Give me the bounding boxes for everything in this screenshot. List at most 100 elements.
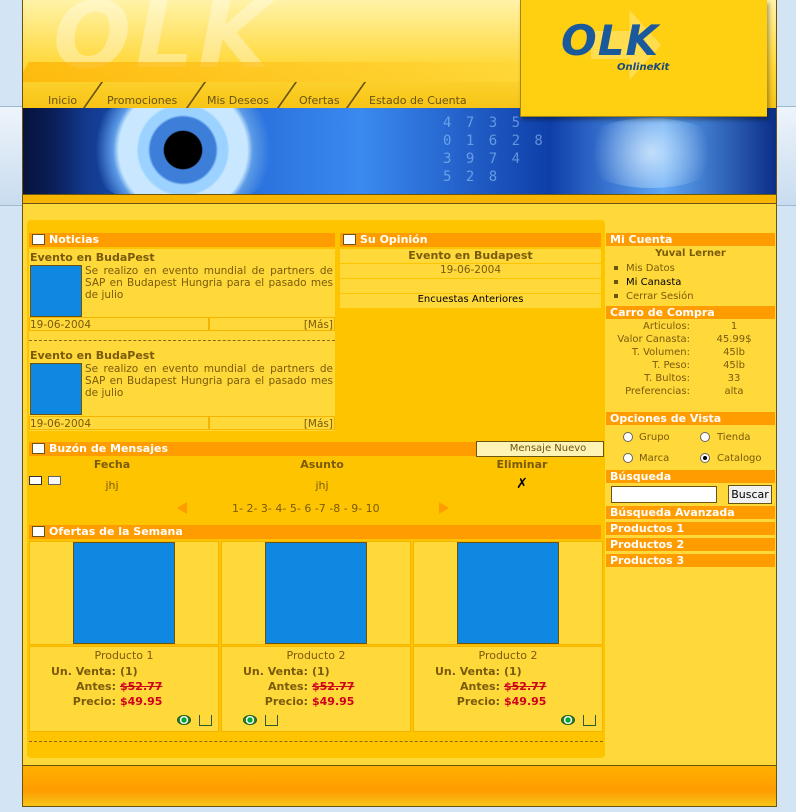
nav-mis-deseos[interactable]: Mis Deseos xyxy=(207,94,269,107)
view-eye-icon[interactable] xyxy=(561,715,575,725)
product-card-top xyxy=(413,541,603,645)
news-title[interactable]: Evento en BudaPest xyxy=(30,349,155,362)
unit-value: (1) xyxy=(120,665,138,678)
news-image[interactable] xyxy=(30,265,82,317)
before-label: Antes: xyxy=(459,680,500,693)
before-price: $52.77 xyxy=(312,680,355,693)
footer-bar xyxy=(23,765,776,806)
search-input[interactable] xyxy=(611,486,717,503)
price-label: Precio: xyxy=(264,695,308,708)
products-3-link[interactable]: Productos 3 xyxy=(606,554,775,567)
user-name: Yuval Lerner xyxy=(608,247,773,260)
nav-ofertas[interactable]: Ofertas xyxy=(299,94,340,107)
radio-tienda[interactable] xyxy=(700,432,710,442)
product-name[interactable]: Producto 2 xyxy=(222,649,410,662)
news-pane: Evento en BudaPest Se realizo en evento … xyxy=(29,249,335,431)
link-label: Mi Canasta xyxy=(626,277,682,288)
product-name[interactable]: Producto 1 xyxy=(30,649,218,662)
search-header: Búsqueda xyxy=(606,470,775,483)
prev-page-arrow[interactable] xyxy=(177,502,187,514)
radio-label: Tienda xyxy=(717,432,751,443)
news-header: Noticias xyxy=(29,233,335,247)
before-label: Antes: xyxy=(267,680,308,693)
news-date: 19-06-2004 xyxy=(30,418,92,430)
products-2-link[interactable]: Productos 2 xyxy=(606,538,775,551)
cart-label: Preferencias: xyxy=(625,386,690,397)
radio-label: Marca xyxy=(639,453,670,464)
message-subject[interactable]: jhj xyxy=(277,479,367,492)
radio-grupo[interactable] xyxy=(623,432,633,442)
advanced-search-link[interactable]: Búsqueda Avanzada xyxy=(606,506,775,519)
eye-image xyxy=(83,108,283,194)
link-cerrar-sesion[interactable]: Cerrar Sesión xyxy=(608,290,773,303)
past-surveys-link[interactable]: Encuestas Anteriores xyxy=(340,294,601,308)
view-eye-icon[interactable] xyxy=(177,715,191,725)
product-card-top xyxy=(29,541,219,645)
news-image[interactable] xyxy=(30,363,82,415)
cart-value: 1 xyxy=(730,321,738,332)
nav-inicio[interactable]: Inicio xyxy=(48,94,77,107)
product-image[interactable] xyxy=(265,542,367,644)
pagination[interactable]: 1- 2- 3- 4- 5- 6 -7 -8 - 9- 10 xyxy=(232,502,380,515)
news-text: Se realizo en evento mundial de partners… xyxy=(85,363,333,399)
news-date: 19-06-2004 xyxy=(30,319,92,331)
product-image[interactable] xyxy=(457,542,559,644)
nav-estado-de-cuenta[interactable]: Estado de Cuenta xyxy=(369,94,467,107)
new-message-button[interactable]: Mensaje Nuevo xyxy=(476,441,604,457)
top-nav: Inicio Promociones Mis Deseos Ofertas Es… xyxy=(23,78,523,108)
link-mi-canasta[interactable]: Mi Canasta xyxy=(608,276,773,289)
product-name[interactable]: Producto 2 xyxy=(414,649,602,662)
cart-icon[interactable] xyxy=(583,715,596,726)
banner-underband xyxy=(23,194,776,204)
news-more-link[interactable]: [Más] xyxy=(304,319,333,331)
cart-value: 45lb xyxy=(723,347,745,358)
radio-marca[interactable] xyxy=(623,453,633,463)
banner-cloud xyxy=(576,118,726,188)
news-divider xyxy=(29,340,335,341)
radio-catalogo[interactable] xyxy=(700,453,710,463)
link-mis-datos[interactable]: Mis Datos xyxy=(608,262,773,275)
delete-icon[interactable]: ✗ xyxy=(477,476,567,492)
mail-icon xyxy=(32,443,45,454)
opinion-title[interactable]: Evento en Budapest xyxy=(340,249,601,263)
price-label: Precio: xyxy=(72,695,116,708)
view-options-header: Opciones de Vista xyxy=(606,412,775,425)
product-card: Producto 1 Un. Venta: (1) Antes: $52.77 … xyxy=(29,646,219,732)
olk-logo: OLK xyxy=(561,16,660,65)
cart-label: T. Volumen: xyxy=(631,347,690,358)
search-button[interactable]: Buscar xyxy=(728,485,772,504)
news-title[interactable]: Evento en BudaPest xyxy=(30,251,155,264)
products-1-link[interactable]: Productos 1 xyxy=(606,522,775,535)
news-more-link[interactable]: [Más] xyxy=(304,418,333,430)
cart-icon[interactable] xyxy=(199,715,212,726)
book-icon xyxy=(32,234,45,245)
offers-header: Ofertas de la Semana xyxy=(29,525,601,539)
banner-digits: 4 7 3 50 1 6 2 83 9 7 45 2 8 xyxy=(443,115,546,185)
unit-label: Un. Venta: xyxy=(434,665,500,678)
cart-label: Valor Canasta: xyxy=(617,334,690,345)
next-page-arrow[interactable] xyxy=(439,502,449,514)
cart-icon[interactable] xyxy=(265,715,278,726)
offers-header-label: Ofertas de la Semana xyxy=(49,525,183,538)
nav-divider xyxy=(345,82,367,108)
nav-divider xyxy=(82,82,104,108)
cart-value: alta xyxy=(724,386,744,397)
cart-label: T. Peso: xyxy=(652,360,690,371)
main-panel: Noticias Evento en BudaPest Se realizo e… xyxy=(27,220,605,758)
open-envelope-icon[interactable] xyxy=(48,476,61,485)
nav-divider xyxy=(276,82,298,108)
col-subject: Asunto xyxy=(300,458,344,471)
price-value: $49.95 xyxy=(504,695,547,708)
message-date[interactable]: jhj xyxy=(67,479,157,492)
product-image[interactable] xyxy=(73,542,175,644)
logo-box[interactable]: OLK OnlineKit xyxy=(520,0,767,117)
opinion-header-label: Su Opinión xyxy=(360,233,428,246)
nav-promociones[interactable]: Promociones xyxy=(107,94,177,107)
before-label: Antes: xyxy=(75,680,116,693)
bullet-icon xyxy=(614,280,618,284)
link-label: Mis Datos xyxy=(626,263,675,274)
view-eye-icon[interactable] xyxy=(243,715,257,725)
envelope-icon[interactable] xyxy=(29,476,42,485)
cart-header: Carro de Compra xyxy=(606,306,775,319)
opinion-header: Su Opinión xyxy=(340,233,601,247)
